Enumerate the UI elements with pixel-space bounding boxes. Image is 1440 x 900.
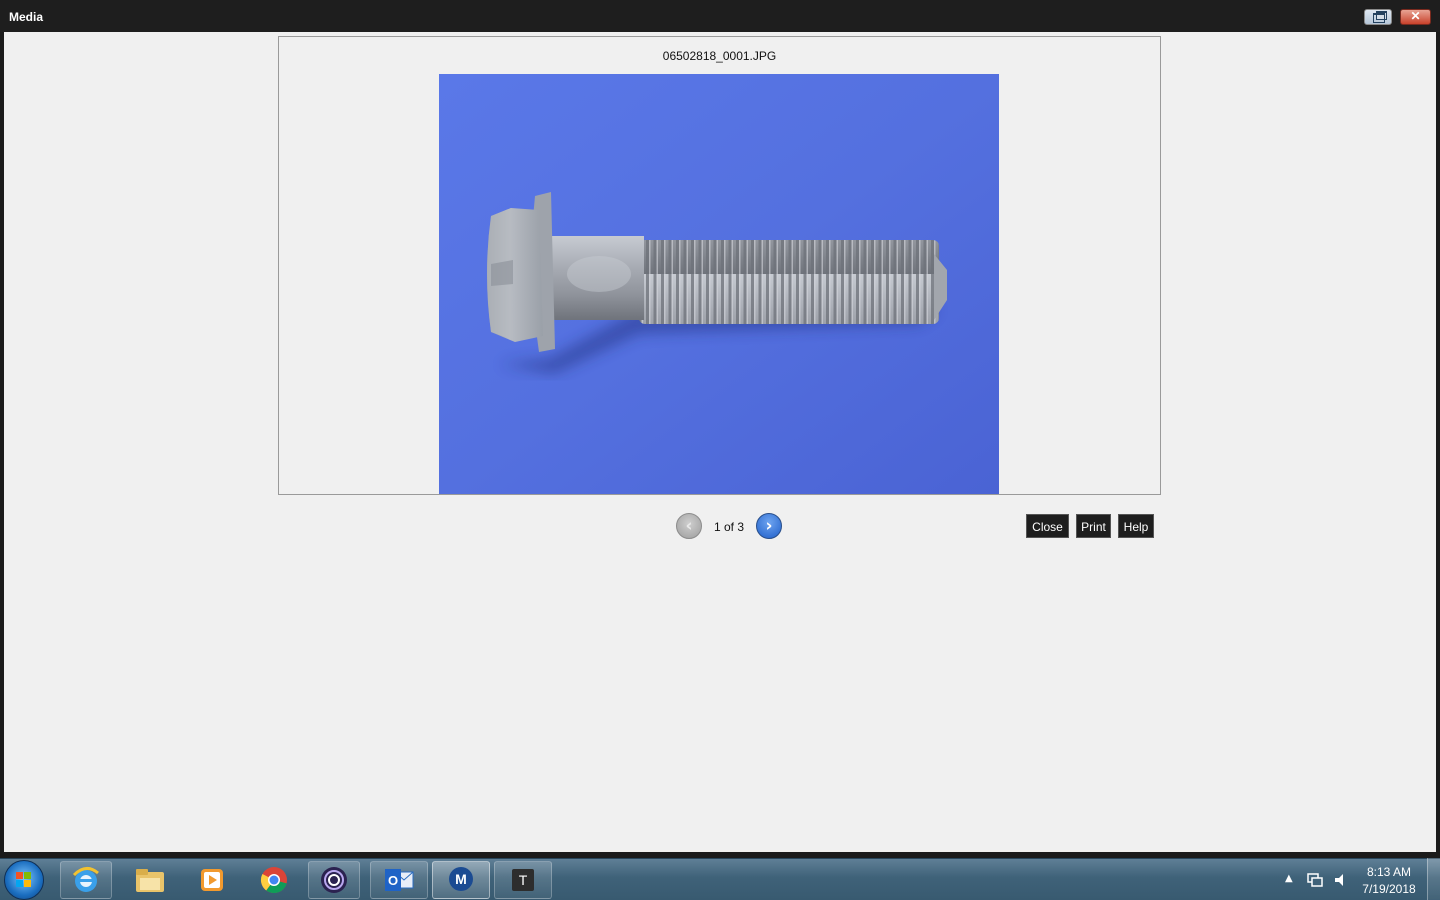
taskbar-chrome[interactable] <box>248 861 300 899</box>
taskbar-file-explorer[interactable] <box>124 861 176 899</box>
app-t-icon: T <box>512 869 534 891</box>
restore-icon-frame <box>1373 13 1385 23</box>
app-t-letter: T <box>519 872 528 888</box>
chevron-right-icon: › <box>765 516 773 536</box>
help-button[interactable]: Help <box>1118 514 1154 538</box>
outlook-letter: O <box>388 873 398 888</box>
chrome-icon <box>260 867 287 894</box>
clock-date[interactable]: 7/19/2018 <box>1356 882 1422 896</box>
outlook-icon: O <box>385 869 414 891</box>
file-explorer-icon <box>136 869 164 892</box>
media-viewer: 06502818_0001.JPG <box>278 36 1161 495</box>
start-button[interactable] <box>4 860 44 900</box>
title-bar[interactable]: Media ✕ <box>0 0 1440 32</box>
volume-icon[interactable] <box>1333 872 1349 888</box>
taskbar-outlook[interactable]: O <box>370 861 428 899</box>
mopar-icon: M <box>449 867 473 891</box>
show-hidden-icons-button[interactable]: ▲ <box>1285 873 1293 884</box>
taskbar-mopar[interactable]: M <box>432 861 490 899</box>
network-icon[interactable] <box>1307 873 1323 887</box>
media-filename: 06502818_0001.JPG <box>662 49 777 63</box>
window-client-area: 06502818_0001.JPG <box>4 32 1436 852</box>
next-media-button[interactable]: › <box>756 513 782 539</box>
page-count: 1 of 3 <box>713 520 745 534</box>
restore-button[interactable] <box>1364 9 1392 25</box>
taskbar: O M T <box>0 858 1440 900</box>
taskbar-internet-explorer[interactable] <box>60 861 112 899</box>
print-button[interactable]: Print <box>1076 514 1111 538</box>
taskbar-app-swirl[interactable] <box>308 861 360 899</box>
mopar-letter: M <box>455 871 467 887</box>
media-window: Media ✕ 06502818_0001.JPG <box>0 0 1440 858</box>
app-swirl-icon <box>321 867 347 893</box>
window-close-button[interactable]: ✕ <box>1400 9 1431 25</box>
media-photo <box>439 74 999 494</box>
media-player-icon <box>201 869 223 891</box>
previous-media-button[interactable]: ‹ <box>676 513 702 539</box>
window-title: Media <box>9 10 44 24</box>
windows-start-icon <box>16 872 32 888</box>
internet-explorer-icon <box>72 867 99 892</box>
close-button[interactable]: Close <box>1026 514 1069 538</box>
close-icon: ✕ <box>1410 9 1421 23</box>
chevron-left-icon: ‹ <box>685 516 693 536</box>
clock-time[interactable]: 8:13 AM <box>1356 865 1422 879</box>
show-desktop-button[interactable] <box>1427 858 1440 900</box>
taskbar-app-t[interactable]: T <box>494 861 552 899</box>
taskbar-media-player[interactable] <box>186 861 238 899</box>
